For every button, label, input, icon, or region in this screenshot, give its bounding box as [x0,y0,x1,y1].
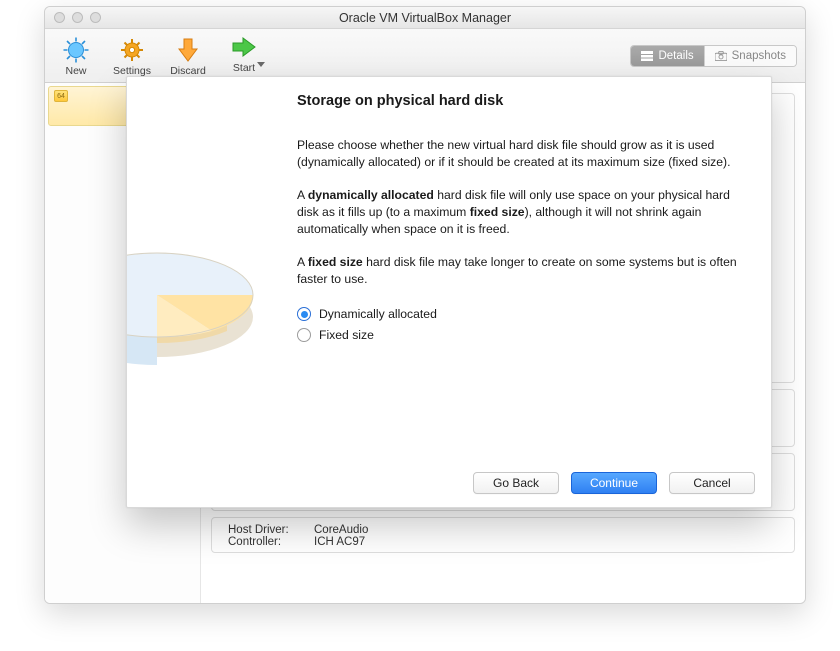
new-button[interactable]: New [53,35,99,77]
dialog-paragraph-3: A fixed size hard disk file may take lon… [297,254,741,289]
titlebar: Oracle VM VirtualBox Manager [45,7,805,29]
minimize-icon[interactable] [72,12,83,23]
dialog-title: Storage on physical hard disk [297,93,741,109]
controller-value: ICH AC97 [314,536,365,548]
pie-illustration [127,77,297,459]
sun-icon [61,35,91,65]
snapshots-tab[interactable]: Snapshots [704,46,796,66]
chevron-down-icon [257,62,265,67]
text-bold: dynamically allocated [308,188,434,202]
go-back-button[interactable]: Go Back [473,472,559,494]
traffic-lights [54,12,101,23]
vm-badge-64-icon: 64 [54,90,68,102]
discard-button[interactable]: Discard [165,35,211,77]
arrow-right-icon [229,32,259,62]
toolbar-label: Discard [170,65,206,77]
start-button[interactable]: Start [221,32,267,79]
continue-button[interactable]: Continue [571,472,657,494]
segment-label: Snapshots [732,50,786,62]
text-fragment: A [297,188,308,202]
storage-dialog: Storage on physical hard disk Please cho… [126,76,772,508]
radio-label: Fixed size [319,328,374,342]
toolbar-label: Settings [113,65,151,77]
radio-icon [297,328,311,342]
segment-label: Details [658,50,693,62]
view-segmented-control: Details Snapshots [630,45,797,67]
radio-dynamic[interactable]: Dynamically allocated [297,307,741,321]
toolbar-label: New [65,65,86,77]
settings-button[interactable]: Settings [109,35,155,77]
radio-fixed[interactable]: Fixed size [297,328,741,342]
toolbar-label: Start [233,62,255,74]
kv-row: Host Driver: CoreAudio [212,524,794,536]
toolbar: New Settings Discard Start [45,29,805,83]
text-fragment: A [297,255,308,269]
text-bold: fixed size [470,205,525,219]
cancel-button[interactable]: Cancel [669,472,755,494]
dialog-paragraph-1: Please choose whether the new virtual ha… [297,137,741,172]
camera-icon [715,50,727,62]
details-panel-audio: Host Driver: CoreAudio Controller: ICH A… [211,517,795,553]
radio-label: Dynamically allocated [319,307,437,321]
radio-icon [297,307,311,321]
details-icon [641,50,653,62]
text-bold: fixed size [308,255,363,269]
window-title: Oracle VM VirtualBox Manager [53,11,797,25]
host-driver-label: Host Driver: [228,524,306,536]
zoom-icon[interactable] [90,12,101,23]
details-tab[interactable]: Details [631,46,703,66]
dialog-paragraph-2: A dynamically allocated hard disk file w… [297,187,741,239]
pie-chart-icon [127,177,262,407]
controller-label: Controller: [228,536,306,548]
dialog-content: Storage on physical hard disk Please cho… [297,77,771,459]
text-fragment: hard disk file may take longer to create… [297,255,737,286]
arrow-down-icon [173,35,203,65]
dialog-button-bar: Go Back Continue Cancel [127,459,771,507]
kv-row: Controller: ICH AC97 [212,536,794,548]
gear-icon [117,35,147,65]
host-driver-value: CoreAudio [314,524,368,536]
close-icon[interactable] [54,12,65,23]
